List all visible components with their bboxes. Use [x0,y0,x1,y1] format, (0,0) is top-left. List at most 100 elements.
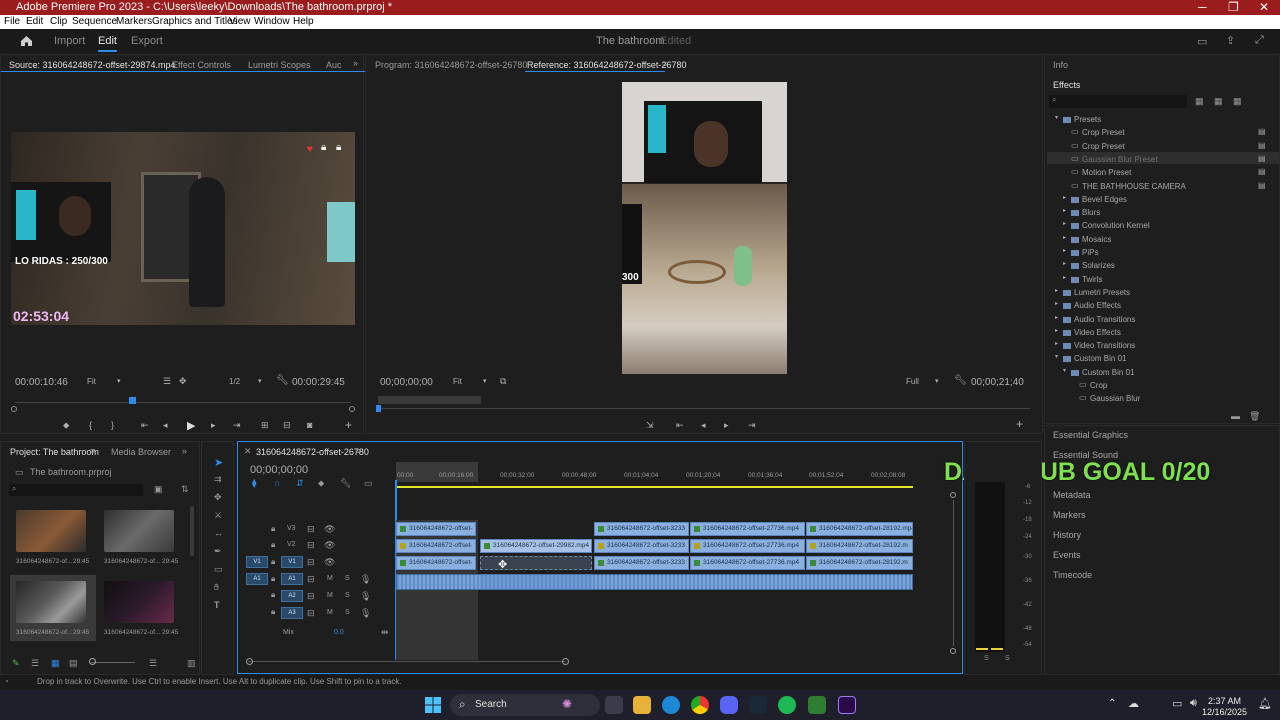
mark-in-icon[interactable]: { [89,420,92,430]
chevron-right-icon[interactable]: ▸ [1055,340,1058,347]
home-icon[interactable] [20,34,33,47]
project-thumb-2[interactable] [104,510,174,552]
tab-info[interactable]: Info [1053,60,1068,70]
tab-audio-clip[interactable]: Auc [326,60,342,70]
clip-v2-4[interactable]: 316064248672-offset-27736.mp4 [690,539,805,553]
effects-row[interactable]: ▾ Custom Bin 01 [1045,367,1277,379]
effects-row[interactable]: ▸ PiPs [1045,247,1277,259]
new-bin-icon[interactable]: ▬ [1231,411,1240,421]
icon-view-icon[interactable]: ▦ [51,658,60,669]
clip-v1-4[interactable]: 316064248672-offset-28192.m [806,556,913,570]
wrench-icon[interactable]: 🔧︎ [954,375,967,386]
panel-menu-icon[interactable]: ≡ [662,59,667,69]
chevron-right-icon[interactable]: ▸ [1063,234,1066,241]
program-quality-select[interactable]: Full [906,377,919,386]
clip-v1-3[interactable]: 316064248672-offset-27736.mp4 [690,556,805,570]
chevron-right-icon[interactable]: ▸ [1063,260,1066,267]
accelerated-effects-icon[interactable]: ▦ [1195,96,1204,107]
steam-icon[interactable] [749,696,767,714]
minimize-button[interactable]: ─ [1198,0,1207,14]
sort-menu-icon[interactable]: ☰ [149,658,157,669]
project-thumb-3[interactable] [16,581,86,623]
effects-row[interactable]: ▸ Convolution Kernel [1045,220,1277,232]
delete-icon[interactable]: 🗑︎ [1249,411,1260,422]
chevron-down-icon[interactable]: ▾ [935,377,939,385]
mic-icon[interactable]: 🎙︎ [360,574,371,585]
eye-icon[interactable]: 👁︎ [324,540,335,551]
insert-icon[interactable]: ⊞ [261,420,269,431]
task-view-icon[interactable] [605,696,623,714]
clip-v3-2[interactable]: 316064248672-offset-3233 [594,522,689,536]
clip-v1-2[interactable]: 316064248672-offset-3233 [594,556,689,570]
effects-row[interactable]: ▭ Crop Preset ▤ [1045,127,1277,139]
tab-lumetri-scopes[interactable]: Lumetri Scopes [248,60,311,70]
lock-icon[interactable]: 🔒︎ [271,590,275,600]
mute-button[interactable]: M [327,609,333,616]
clock-date[interactable]: 12/16/2025 [1202,707,1247,717]
yuv-effects-icon[interactable]: ▦ [1233,96,1242,107]
zoom-slider-handle[interactable] [89,658,96,665]
edge-icon[interactable] [662,696,680,714]
pencil-icon[interactable]: ✎ [12,658,20,669]
clip-v1-drag-ghost[interactable] [480,556,592,570]
effects-row[interactable]: ▾ Presets [1045,114,1277,126]
chevron-right-icon[interactable]: ▸ [1055,300,1058,307]
tab-program[interactable]: Program: 316064248672-offset-26780 [375,60,527,70]
program-zoom-select[interactable]: Fit [453,377,462,386]
chevron-down-icon[interactable]: ▾ [1055,114,1058,121]
project-scrollbar[interactable] [190,506,194,556]
tab-export[interactable]: Export [131,35,163,47]
tab-effect-controls[interactable]: Effect Controls [172,60,231,70]
step-forward-icon[interactable]: ▸ [211,420,216,431]
chevron-down-icon[interactable]: ▾ [1055,353,1058,360]
menu-graphics[interactable]: Graphics and Titles [152,16,238,27]
timeline-wrench-icon[interactable]: 🔧︎ [340,478,351,489]
program-timecode[interactable]: 00;00;00;00 [380,377,433,388]
selection-tool-icon[interactable]: ➤ [214,456,223,469]
source-scrubber[interactable] [15,402,351,403]
effects-search-input[interactable]: ⌕ [1049,95,1187,108]
go-to-in-icon[interactable]: ⇤ [676,420,684,431]
go-to-out-icon[interactable]: ⇥ [233,420,241,431]
overwrite-icon[interactable]: ⊟ [283,420,291,431]
fullscreen-icon[interactable]: ⤢ [1255,34,1264,47]
project-search-input[interactable]: ⌕ [9,484,143,496]
maximize-button[interactable]: ❐ [1228,0,1239,14]
wrench-icon[interactable]: 🔧︎ [276,375,289,386]
tab-project[interactable]: Project: The bathroom [10,447,99,457]
project-thumb-4[interactable] [104,581,174,623]
chevron-right-icon[interactable]: ▸ [1063,194,1066,201]
add-button-icon[interactable]: + [1016,417,1023,431]
track-a3-label[interactable]: A3 [281,607,303,619]
tab-media-browser[interactable]: Media Browser [111,447,171,457]
add-marker-icon[interactable]: ⬥ [318,478,324,489]
source-resolution-select[interactable]: 1/2 [229,377,240,386]
settings-list-icon[interactable]: ☰ [163,376,171,387]
network-icon[interactable]: ▭ [1172,697,1182,710]
audio-clip-a1[interactable] [396,574,913,590]
snap-icon[interactable]: ⧫ [252,478,256,489]
vertical-zoom-handle-top[interactable] [950,492,956,498]
panel-menu-icon[interactable]: ≡ [90,446,95,456]
go-to-out-icon[interactable]: ⇥ [748,420,756,431]
effects-row[interactable]: ▭ THE BATHHOUSE CAMERA ▤ [1045,181,1277,193]
chevron-right-icon[interactable]: ▸ [1063,207,1066,214]
volume-icon[interactable]: 🔊︎ [1190,697,1197,710]
lock-icon[interactable]: 🔒︎ [271,574,275,584]
menu-edit[interactable]: Edit [26,16,43,27]
new-item-icon[interactable]: ▥ [187,658,196,669]
lock-icon[interactable]: 🔒︎ [271,524,275,534]
mute-button[interactable]: M [327,592,333,599]
tab-source[interactable]: Source: 316064248672-offset-29874.mp4 [9,60,175,70]
go-to-in-icon[interactable]: ⇤ [141,420,149,431]
timeline-timecode[interactable]: 00;00;00;00 [250,464,308,476]
solo-button[interactable]: S [345,592,350,599]
spotify-icon[interactable] [778,696,796,714]
zoom-slider[interactable] [91,662,135,663]
track-select-icon[interactable]: ⇉ [214,474,222,485]
sync-lock-icon[interactable]: ⊟ [307,540,315,551]
chevron-right-icon[interactable]: ▸ [1063,274,1066,281]
add-button-icon[interactable]: + [345,418,352,432]
chevron-right-icon[interactable]: ▸ [1063,220,1066,227]
chrome-icon[interactable] [691,696,709,714]
